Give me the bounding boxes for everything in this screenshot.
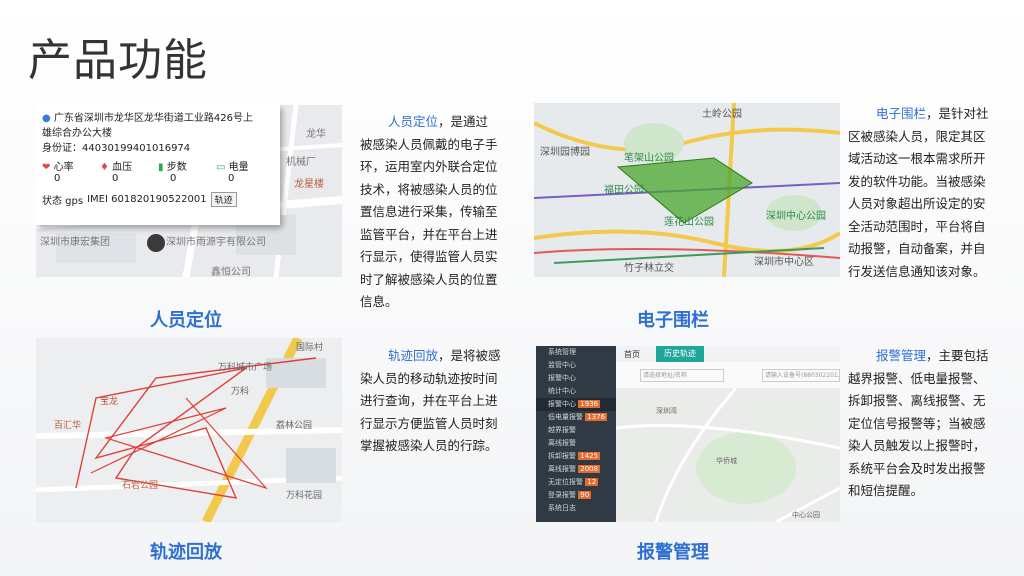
desc-track-text: ，是将被感染人员的移动轨迹按时间进行查询，并在平台上进行显示方便监管人员时刻掌握… — [360, 348, 501, 453]
map-label: 深圳湾 — [656, 407, 677, 415]
map-label: 深圳园博园 — [540, 147, 590, 158]
search-bar: 请选择地址/名称 请输入设备号(880302201...) — [616, 362, 840, 388]
alarm-ui-panel: 系统管理 监管中心 报警中心 统计中心 报警中心 1936 低电量报警 1376… — [536, 346, 840, 522]
steps-icon: ▮ — [158, 162, 164, 173]
popup-address: 广东省深圳市龙华区龙华街道工业路426号上 — [53, 113, 254, 124]
device-input[interactable]: 请输入设备号(880302201...) — [762, 369, 840, 382]
map-label: 龙星楼 — [294, 179, 324, 190]
alarm-map[interactable] — [616, 388, 840, 522]
desc-track-highlight: 轨迹回放 — [388, 348, 439, 363]
sidebar-subitem[interactable]: 离线报警 2008 — [536, 463, 616, 476]
map-label: 福田公园 — [604, 185, 644, 196]
map-label: 中心公园 — [792, 511, 820, 519]
caption-track: 轨迹回放 — [150, 542, 222, 563]
tab-home[interactable]: 首页 — [624, 349, 640, 360]
map-label: 国际村 — [296, 343, 324, 353]
track-map-panel[interactable]: 国际村 万科城市广场 万科 宝龙 荔林公园 百汇华 万科花园 石岩公园 — [36, 338, 342, 522]
tab-bar: 首页 历史轨迹 — [616, 346, 840, 362]
map-label: 莲花山公园 — [664, 217, 714, 228]
tab-history-track[interactable]: 历史轨迹 — [656, 346, 704, 362]
caption-fence: 电子围栏 — [637, 310, 709, 331]
map-label: 石岩公园 — [122, 481, 159, 491]
map-label: 万科 — [231, 387, 250, 397]
map-label: 鑫恒公司 — [211, 267, 251, 277]
map-label: 荔林公园 — [276, 421, 313, 431]
sidebar-item[interactable]: 系统日志 — [536, 502, 616, 515]
map-label: 土岭公园 — [702, 109, 742, 120]
desc-alarm-highlight: 报警管理 — [876, 348, 927, 363]
map-label: 龙华 — [306, 129, 326, 140]
fence-map-panel[interactable]: 土岭公园 深圳园博园 笔架山公园 福田公园 深圳中心公园 莲花山公园 深圳市中心… — [534, 103, 840, 277]
sidebar-subitem[interactable]: 无定位报警 12 — [536, 476, 616, 489]
map-label: 百汇华 — [54, 421, 82, 431]
heart-icon: ❤ — [42, 162, 51, 173]
sidebar-item[interactable]: 监管中心 — [536, 359, 616, 372]
desc-track: 轨迹回放，是将被感染人员的移动轨迹按时间进行查询，并在平台上进行显示方便监管人员… — [360, 345, 506, 458]
desc-locate-text: ，是通过被感染人员佩戴的电子手环，运用室内外联合定位技术，将被感染人员的位置信息… — [360, 114, 498, 309]
battery-icon: ▭ — [216, 162, 226, 173]
fence-map[interactable] — [534, 103, 840, 277]
map-label: 深圳市雨源宇有限公司 — [166, 237, 266, 248]
sidebar-item[interactable]: 系统管理 — [536, 346, 616, 359]
vital-steps: ▮ 步数 0 — [158, 162, 187, 184]
vital-battery: ▭ 电量 0 — [216, 162, 249, 184]
map-label: 深圳市中心区 — [754, 257, 814, 268]
locate-map-panel[interactable]: 龙华 机械厂 龙星楼 深圳市康宏集团 深圳市雨源宇有限公司 鑫恒公司 ● 广东省… — [36, 105, 342, 277]
sidebar-item-active[interactable]: 报警中心 1936 — [536, 398, 616, 411]
location-popup: ● 广东省深圳市龙华区龙华街道工业路426号上 雄综合办公大楼 身份证：4403… — [36, 105, 280, 225]
location-pin-icon: ● — [42, 113, 51, 124]
popup-address-line2: 雄综合办公大楼 — [42, 128, 112, 139]
popup-status: 状态 gps — [42, 196, 84, 207]
map-label: 深圳市康宏集团 — [40, 237, 110, 248]
map-label: 万科城市广场 — [218, 363, 273, 373]
sidebar-item[interactable]: 报警中心 — [536, 372, 616, 385]
sidebar-item[interactable]: 统计中心 — [536, 385, 616, 398]
desc-locate-highlight: 人员定位 — [388, 114, 439, 129]
map-label: 竹子林立交 — [624, 263, 674, 274]
desc-alarm-text: ，主要包括越界报警、低电量报警、拆卸报警、离线报警、无定位信号报警等；当被感染人… — [848, 348, 989, 498]
popup-imei: IMEI 601820190522001 — [87, 194, 207, 205]
alarm-sidebar: 系统管理 监管中心 报警中心 统计中心 报警中心 1936 低电量报警 1376… — [536, 346, 616, 522]
map-label: 机械厂 — [286, 157, 316, 168]
desc-locate: 人员定位，是通过被感染人员佩戴的电子手环，运用室内外联合定位技术，将被感染人员的… — [360, 111, 498, 314]
sidebar-subitem[interactable]: 拆卸报警 1425 — [536, 450, 616, 463]
sidebar-subitem[interactable]: 离线报警 — [536, 437, 616, 450]
vital-blood: ♦ 血压 0 — [100, 162, 133, 184]
map-label: 深圳中心公园 — [766, 211, 826, 222]
track-button[interactable]: 轨迹 — [210, 192, 237, 207]
desc-fence-highlight: 电子围栏 — [876, 106, 927, 121]
desc-fence-text: ，是针对社区被感染人员，限定其区域活动这一根本需求所开发的软件功能。当被感染人员… — [848, 106, 989, 279]
caption-alarm: 报警管理 — [637, 542, 709, 563]
popup-id-card: 身份证：440301994010169​74 — [42, 143, 191, 154]
caption-locate: 人员定位 — [150, 310, 222, 331]
address-input[interactable]: 请选择地址/名称 — [640, 369, 724, 382]
blood-pressure-icon: ♦ — [100, 162, 109, 173]
sidebar-subitem[interactable]: 低电量报警 1376 — [536, 411, 616, 424]
sidebar-subitem[interactable]: 越界报警 — [536, 424, 616, 437]
page-title: 产品功能 — [28, 35, 208, 86]
map-label: 宝龙 — [100, 397, 119, 407]
desc-fence: 电子围栏，是针对社区被感染人员，限定其区域活动这一根本需求所开发的软件功能。当被… — [848, 103, 994, 283]
map-label: 华侨城 — [716, 457, 737, 465]
map-label: 笔架山公园 — [624, 153, 674, 164]
desc-alarm: 报警管理，主要包括越界报警、低电量报警、拆卸报警、离线报警、无定位信号报警等；当… — [848, 345, 994, 503]
sidebar-subitem[interactable]: 登录报警 90 — [536, 489, 616, 502]
map-label: 万科花园 — [286, 491, 323, 501]
vital-heart: ❤ 心率 0 — [42, 162, 74, 184]
